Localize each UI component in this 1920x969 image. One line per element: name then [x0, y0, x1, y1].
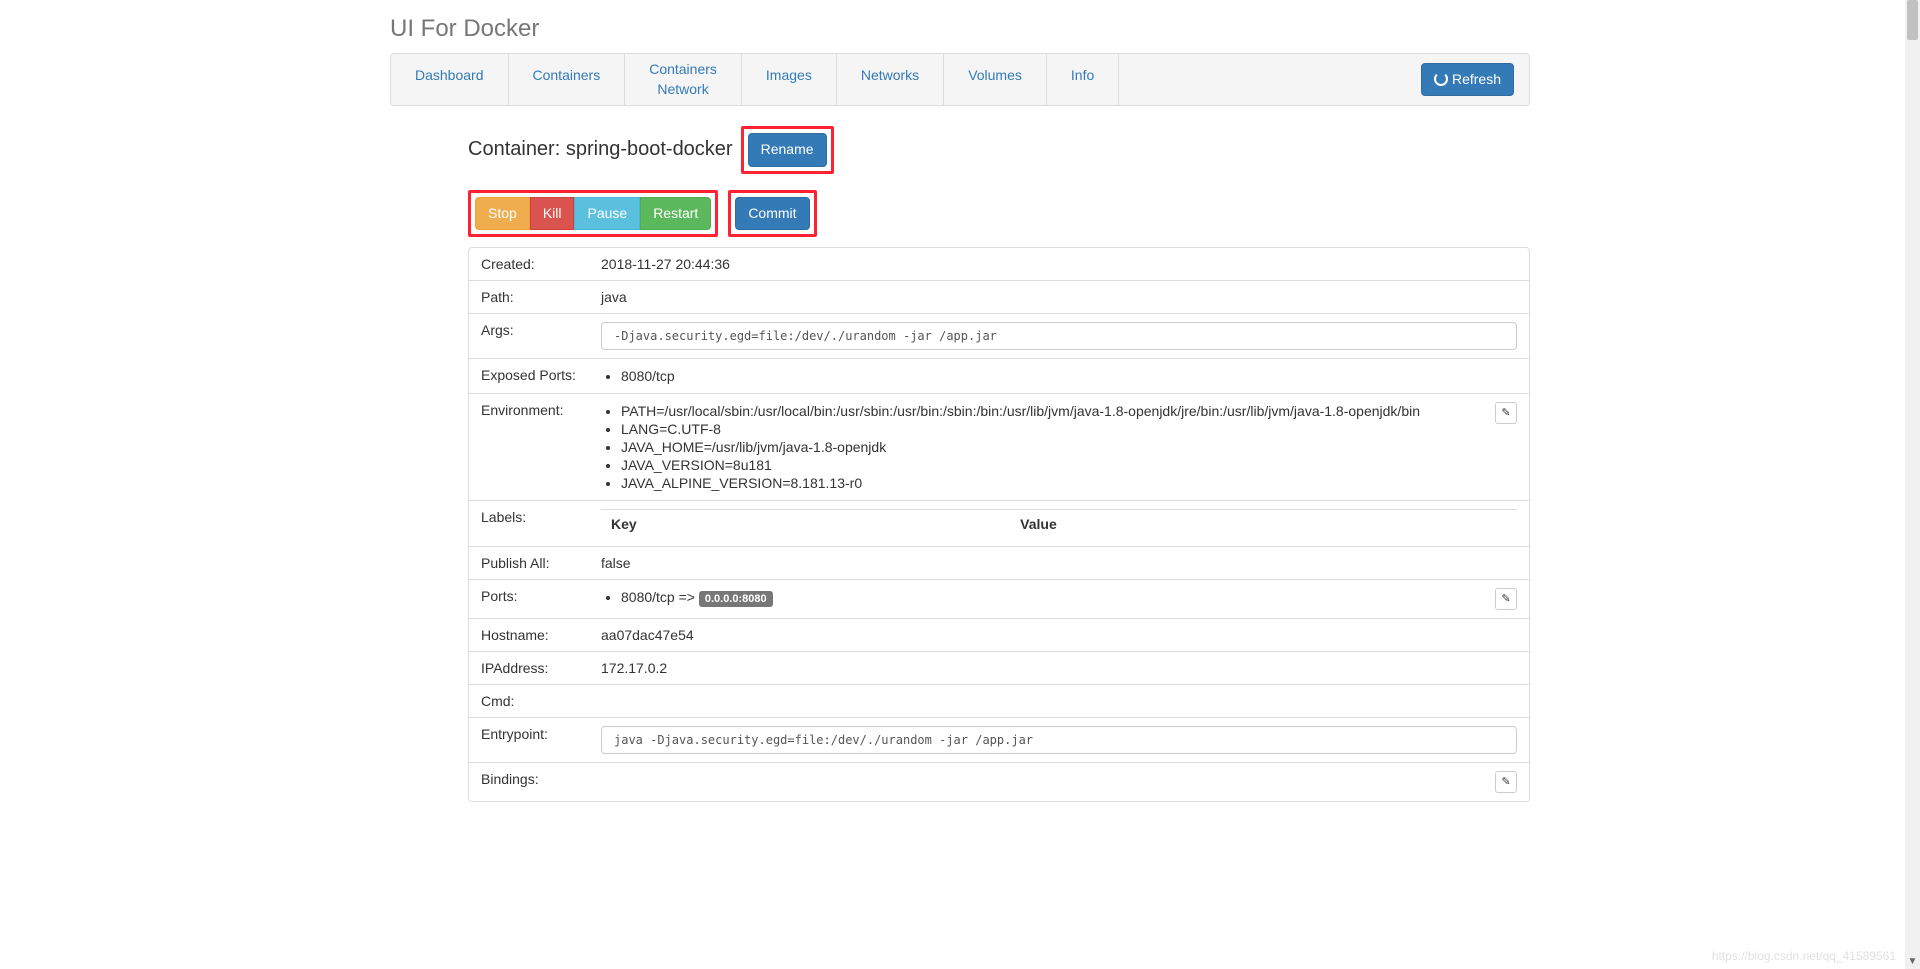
edit-bindings-button[interactable] — [1495, 771, 1517, 793]
publish-all-label: Publish All: — [469, 547, 589, 580]
annotation-actions-highlight: Stop Kill Pause Restart — [468, 190, 718, 238]
path-label: Path: — [469, 281, 589, 314]
restart-button[interactable]: Restart — [640, 197, 711, 231]
container-header: Container: spring-boot-docker Rename — [468, 126, 1530, 174]
ports-label: Ports: — [469, 580, 589, 619]
ports-list: 8080/tcp => 0.0.0.0:8080 — [601, 588, 773, 608]
pause-button[interactable]: Pause — [574, 197, 640, 231]
nav-tab-dashboard[interactable]: Dashboard — [391, 54, 508, 98]
vertical-scrollbar[interactable]: ▲ ▼ — [1905, 0, 1920, 969]
list-item: LANG=C.UTF-8 — [621, 420, 1420, 438]
publish-all-value: false — [589, 547, 1529, 580]
labels-key-header: Key — [601, 510, 1010, 539]
app-title: UI For Docker — [390, 0, 1530, 53]
edit-environment-button[interactable] — [1495, 402, 1517, 424]
refresh-icon — [1434, 72, 1448, 86]
list-item: JAVA_HOME=/usr/lib/jvm/java-1.8-openjdk — [621, 438, 1420, 456]
nav-tab-containers[interactable]: Containers — [509, 54, 625, 98]
labels-value-header: Value — [1010, 510, 1517, 539]
list-item: JAVA_VERSION=8u181 — [621, 456, 1420, 474]
container-actions: Stop Kill Pause Restart Commit — [468, 190, 1530, 238]
labels-label: Labels: — [469, 501, 589, 547]
nav-tab-images[interactable]: Images — [742, 54, 836, 98]
ipaddress-value: 172.17.0.2 — [589, 652, 1529, 685]
rename-button[interactable]: Rename — [748, 133, 827, 167]
nav-tab-info[interactable]: Info — [1047, 54, 1118, 98]
list-item: JAVA_ALPINE_VERSION=8.181.13-r0 — [621, 474, 1420, 492]
refresh-button[interactable]: Refresh — [1421, 63, 1514, 97]
list-item: 8080/tcp => 0.0.0.0:8080 — [621, 588, 773, 608]
stop-button[interactable]: Stop — [475, 197, 530, 231]
hostname-label: Hostname: — [469, 619, 589, 652]
nav-tabs: Dashboard Containers ContainersNetwork I… — [391, 54, 1119, 105]
container-title: Container: spring-boot-docker — [468, 138, 733, 161]
created-value: 2018-11-27 20:44:36 — [589, 248, 1529, 281]
hostname-value: aa07dac47e54 — [589, 619, 1529, 652]
path-value: java — [589, 281, 1529, 314]
bindings-label: Bindings: — [469, 763, 589, 802]
ipaddress-label: IPAddress: — [469, 652, 589, 685]
nav-tab-volumes[interactable]: Volumes — [944, 54, 1046, 98]
entrypoint-input[interactable] — [601, 726, 1517, 754]
annotation-commit-highlight: Commit — [728, 190, 816, 238]
watermark: https://blog.csdn.net/qq_41589561 — [1712, 949, 1896, 963]
cmd-label: Cmd: — [469, 685, 589, 718]
cmd-value — [589, 685, 1529, 718]
commit-button[interactable]: Commit — [735, 197, 809, 231]
args-label: Args: — [469, 314, 589, 359]
environment-label: Environment: — [469, 394, 589, 501]
scroll-thumb[interactable] — [1907, 0, 1918, 40]
nav-panel: Dashboard Containers ContainersNetwork I… — [390, 53, 1530, 106]
annotation-rename-highlight: Rename — [741, 126, 834, 174]
exposed-ports-label: Exposed Ports: — [469, 359, 589, 394]
details-panel: Created: 2018-11-27 20:44:36 Path: java … — [468, 247, 1530, 802]
exposed-ports-list: 8080/tcp — [601, 367, 1517, 385]
entrypoint-label: Entrypoint: — [469, 718, 589, 763]
labels-table: Key Value — [601, 509, 1517, 538]
created-label: Created: — [469, 248, 589, 281]
scroll-down-arrow[interactable]: ▼ — [1905, 954, 1920, 969]
port-badge: 0.0.0.0:8080 — [699, 591, 773, 607]
list-item: 8080/tcp — [621, 367, 1517, 385]
environment-list: PATH=/usr/local/sbin:/usr/local/bin:/usr… — [601, 402, 1420, 492]
kill-button[interactable]: Kill — [530, 197, 575, 231]
args-input[interactable] — [601, 322, 1517, 350]
nav-tab-containers-network[interactable]: ContainersNetwork — [625, 54, 741, 105]
list-item: PATH=/usr/local/sbin:/usr/local/bin:/usr… — [621, 402, 1420, 420]
nav-tab-networks[interactable]: Networks — [837, 54, 943, 98]
edit-ports-button[interactable] — [1495, 588, 1517, 610]
